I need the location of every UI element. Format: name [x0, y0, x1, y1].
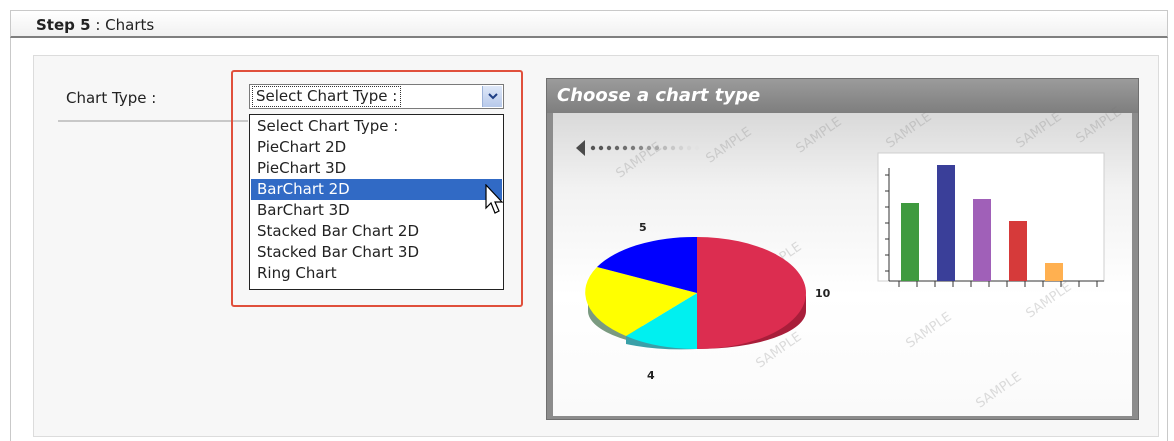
preview-title: Choose a chart type [557, 85, 761, 106]
preview-illustration: 5 10 4 [576, 140, 1105, 382]
option-barchart-3d[interactable]: BarChart 3D [251, 200, 502, 221]
option-select-chart-type[interactable]: Select Chart Type : [251, 116, 502, 137]
chart-preview-panel: Choose a chart type SAMPLE SAMPLE SAMPLE… [546, 78, 1139, 420]
bar-thumbnail [1045, 263, 1063, 281]
dropdown-arrow-button[interactable] [482, 86, 502, 107]
bar-chart-thumbnail [877, 152, 1105, 287]
chart-type-options-list[interactable]: Select Chart Type : PieChart 2D PieChart… [249, 114, 504, 290]
option-piechart-2d[interactable]: PieChart 2D [251, 137, 502, 158]
pie-chart-thumbnail [585, 236, 806, 350]
preview-title-bar: Choose a chart type [547, 79, 1138, 113]
step-separator: : [90, 16, 106, 34]
pie-label-10: 10 [815, 287, 831, 300]
pie-label-4: 4 [647, 369, 655, 382]
step-section-title: Charts [105, 16, 155, 34]
option-piechart-3d[interactable]: PieChart 3D [251, 158, 502, 179]
mouse-pointer-icon [485, 184, 504, 214]
step-label: Step 5 [36, 16, 91, 34]
option-barchart-2d[interactable]: BarChart 2D [251, 179, 502, 200]
chart-type-select[interactable]: Select Chart Type : [249, 84, 504, 109]
bar-thumbnail [937, 165, 955, 281]
chart-type-label: Chart Type : [66, 89, 157, 107]
option-stacked-bar-chart-3d[interactable]: Stacked Bar Chart 3D [251, 242, 502, 263]
label-divider [58, 120, 248, 122]
option-stacked-bar-chart-2d[interactable]: Stacked Bar Chart 2D [251, 221, 502, 242]
bar-thumbnail [1009, 221, 1027, 281]
preview-body: SAMPLE SAMPLE SAMPLE SAMPLE SAMPLE SAMPL… [553, 104, 1132, 416]
select-current-value: Select Chart Type : [251, 86, 402, 107]
bar-thumbnail [973, 199, 991, 281]
step-header: Step 5 : Charts [10, 10, 1168, 38]
pie-label-5: 5 [639, 221, 647, 234]
left-arrow-icon [576, 140, 700, 156]
bar-thumbnail [901, 203, 919, 281]
option-ring-chart[interactable]: Ring Chart [251, 263, 502, 284]
chevron-down-icon [488, 93, 498, 100]
